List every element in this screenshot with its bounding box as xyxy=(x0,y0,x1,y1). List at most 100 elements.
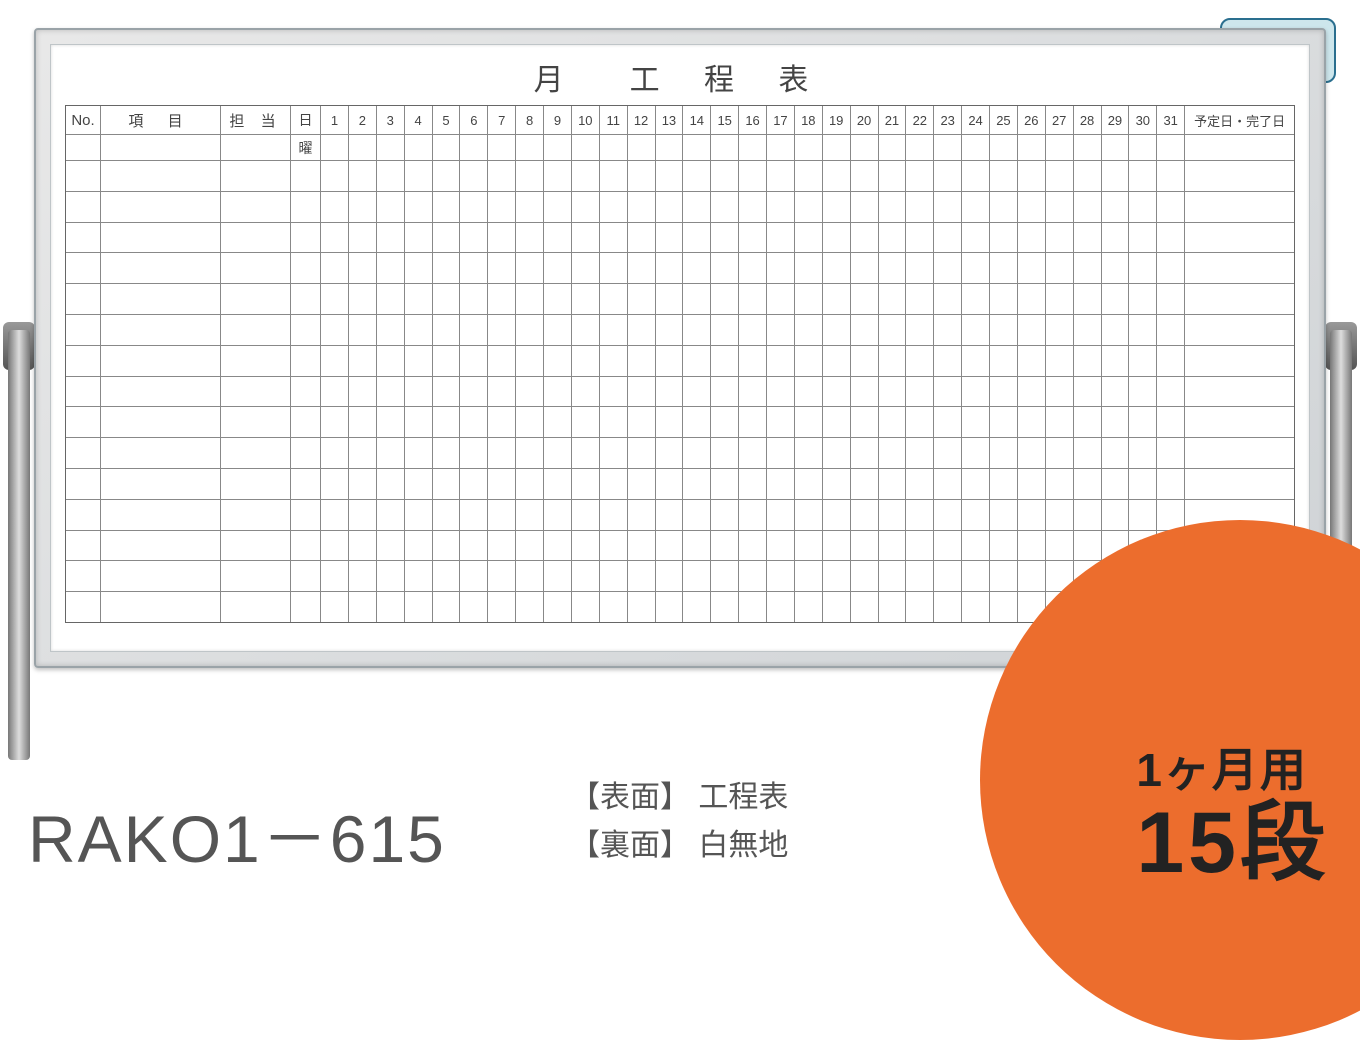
cell-d10 xyxy=(571,407,599,437)
cell-d7 xyxy=(487,253,515,283)
cell-d15 xyxy=(710,407,738,437)
cell-d8 xyxy=(515,223,543,253)
cell-d9 xyxy=(543,500,571,530)
cell-d28 xyxy=(1073,469,1101,499)
cell-day xyxy=(290,253,320,283)
cell-d25 xyxy=(989,561,1017,591)
cell-no xyxy=(66,500,100,530)
cell-d8 xyxy=(515,377,543,407)
cell-d22 xyxy=(905,531,933,561)
cell-d6 xyxy=(459,438,487,468)
cell-d13 xyxy=(655,377,683,407)
cell-d21 xyxy=(878,346,906,376)
cell-d8 xyxy=(515,592,543,622)
cell-d1 xyxy=(320,192,348,222)
cell-d19 xyxy=(822,407,850,437)
cell-d3 xyxy=(376,377,404,407)
cell-d4 xyxy=(404,531,432,561)
cell-d26 xyxy=(1017,438,1045,468)
col-item-blank xyxy=(100,135,220,160)
col-day-blank-10 xyxy=(571,135,599,160)
cell-d28 xyxy=(1073,531,1101,561)
cell-d8 xyxy=(515,561,543,591)
cell-d3 xyxy=(376,284,404,314)
cell-end xyxy=(1184,192,1294,222)
cell-d8 xyxy=(515,469,543,499)
cell-d31 xyxy=(1156,377,1184,407)
cell-d7 xyxy=(487,438,515,468)
cell-d30 xyxy=(1128,284,1156,314)
col-day-29: 29 xyxy=(1101,106,1129,134)
cell-d19 xyxy=(822,346,850,376)
cell-d12 xyxy=(627,346,655,376)
cell-d18 xyxy=(794,161,822,191)
grid-body-row xyxy=(66,437,1294,468)
cell-d3 xyxy=(376,592,404,622)
col-day-blank-22 xyxy=(905,135,933,160)
col-day-blank-8 xyxy=(515,135,543,160)
cell-d19 xyxy=(822,500,850,530)
col-day-1: 1 xyxy=(320,106,348,134)
cell-d22 xyxy=(905,161,933,191)
cell-d19 xyxy=(822,253,850,283)
col-day-blank-24 xyxy=(961,135,989,160)
cell-d12 xyxy=(627,438,655,468)
cell-end xyxy=(1184,253,1294,283)
cell-d24 xyxy=(961,253,989,283)
cell-d7 xyxy=(487,377,515,407)
col-day-12: 12 xyxy=(627,106,655,134)
cell-tan xyxy=(220,192,290,222)
cell-d20 xyxy=(850,315,878,345)
col-day-blank-20 xyxy=(850,135,878,160)
cell-d23 xyxy=(933,500,961,530)
cell-d2 xyxy=(348,407,376,437)
cell-d13 xyxy=(655,192,683,222)
grid-body-row xyxy=(66,191,1294,222)
cell-d16 xyxy=(738,592,766,622)
cell-d6 xyxy=(459,407,487,437)
cell-d5 xyxy=(432,438,460,468)
cell-d21 xyxy=(878,469,906,499)
cell-d20 xyxy=(850,561,878,591)
cell-d2 xyxy=(348,284,376,314)
cell-d17 xyxy=(766,592,794,622)
cell-d27 xyxy=(1045,407,1073,437)
cell-d30 xyxy=(1128,500,1156,530)
col-day-blank-18 xyxy=(794,135,822,160)
cell-d12 xyxy=(627,531,655,561)
col-day-19: 19 xyxy=(822,106,850,134)
col-day-blank-23 xyxy=(933,135,961,160)
cell-end xyxy=(1184,438,1294,468)
cell-no xyxy=(66,161,100,191)
cell-d17 xyxy=(766,561,794,591)
cell-d11 xyxy=(599,284,627,314)
cell-d9 xyxy=(543,407,571,437)
col-day-blank-21 xyxy=(878,135,906,160)
cell-d24 xyxy=(961,469,989,499)
cell-d2 xyxy=(348,223,376,253)
cell-d23 xyxy=(933,469,961,499)
cell-d16 xyxy=(738,377,766,407)
cell-item xyxy=(100,223,220,253)
cell-day xyxy=(290,592,320,622)
cell-d5 xyxy=(432,223,460,253)
col-day-27: 27 xyxy=(1045,106,1073,134)
cell-d2 xyxy=(348,377,376,407)
cell-d20 xyxy=(850,469,878,499)
cell-d6 xyxy=(459,561,487,591)
cell-d21 xyxy=(878,500,906,530)
cell-d16 xyxy=(738,253,766,283)
cell-d17 xyxy=(766,315,794,345)
cell-d7 xyxy=(487,561,515,591)
cell-d11 xyxy=(599,223,627,253)
col-day-blank-13 xyxy=(655,135,683,160)
bottom-info: RAKO1－615 【表面】 工程表 【裏面】 白無地 1ヶ月用 15段 xyxy=(0,690,1360,900)
cell-d4 xyxy=(404,407,432,437)
cell-d14 xyxy=(682,592,710,622)
grid-body-row xyxy=(66,376,1294,407)
cell-d13 xyxy=(655,592,683,622)
cell-d24 xyxy=(961,592,989,622)
col-day-23: 23 xyxy=(933,106,961,134)
cell-d22 xyxy=(905,407,933,437)
cell-d16 xyxy=(738,438,766,468)
